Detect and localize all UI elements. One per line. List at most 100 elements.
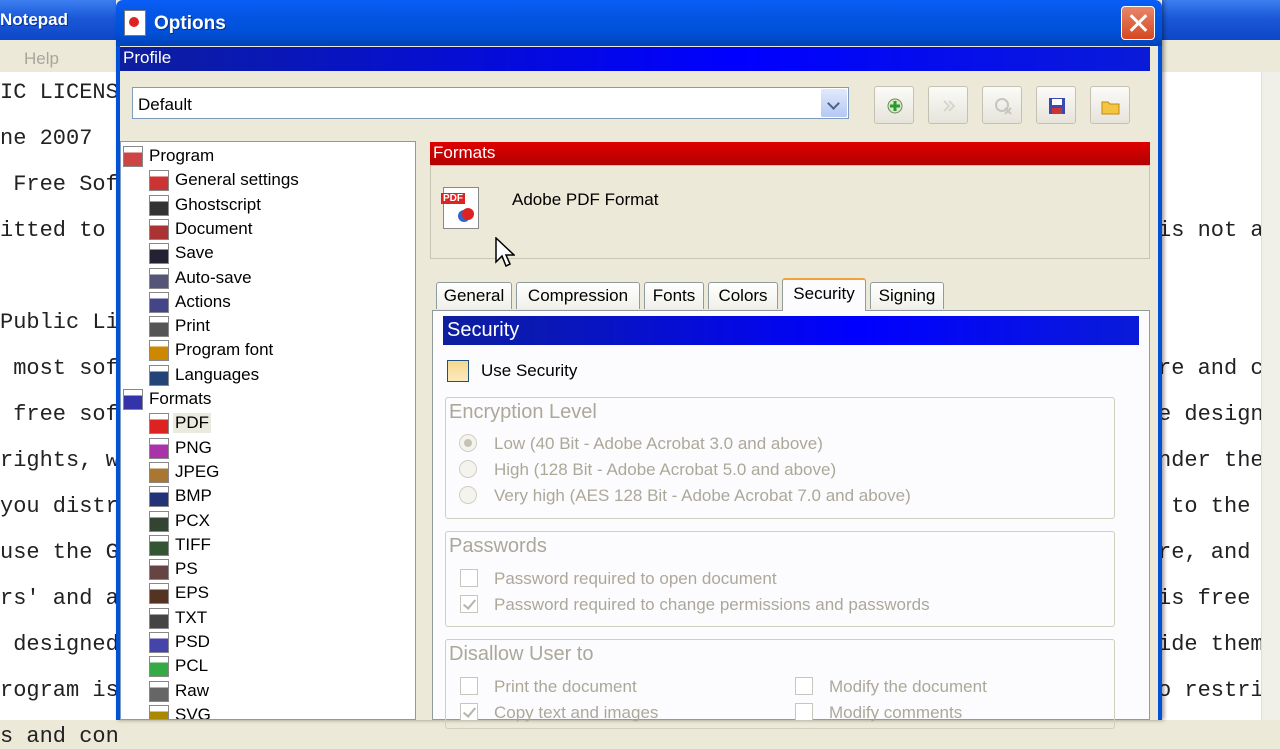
tab-colors[interactable]: Colors: [708, 282, 778, 309]
tree-item-label: JPEG: [175, 461, 220, 481]
tree-item-icon: [149, 218, 169, 240]
options-tree[interactable]: Program General settings Ghostscript Docume…: [120, 141, 416, 720]
notepad-line: ne 2007: [0, 126, 93, 151]
disallow-comments-checkbox[interactable]: [795, 703, 813, 721]
password-open-checkbox[interactable]: [460, 569, 478, 587]
encryption-high-radio[interactable]: [459, 460, 477, 478]
notepad-line-right: e designe: [1158, 402, 1277, 427]
delete-profile-button[interactable]: [982, 86, 1022, 124]
security-tab-page: Security Use Security Encryption Level L…: [432, 310, 1150, 729]
format-title: Adobe PDF Format: [512, 190, 659, 209]
tree-item-icon: [149, 704, 169, 719]
profile-select[interactable]: Default: [132, 87, 849, 119]
tree-item-icon: [149, 680, 169, 702]
notepad-line-right: ide them,: [1158, 632, 1277, 657]
add-profile-button[interactable]: [874, 86, 914, 124]
tree-item-icon: [149, 607, 169, 629]
notepad-line: you distr: [0, 494, 119, 519]
tree-item-label: PCL: [175, 656, 209, 676]
disallow-print-checkbox[interactable]: [460, 677, 478, 695]
tree-item-label: PS: [175, 559, 198, 579]
passwords-title: Passwords: [449, 535, 547, 557]
tree-item-label: SVG: [175, 704, 211, 720]
notepad-line: itted to: [0, 218, 106, 243]
tree-item-label: TXT: [175, 607, 208, 627]
tab-compression[interactable]: Compression: [516, 282, 640, 309]
encryption-low-radio[interactable]: [459, 434, 477, 452]
tab-signing[interactable]: Signing: [870, 282, 944, 309]
notepad-scrollbar[interactable]: [1261, 72, 1280, 720]
rename-profile-button[interactable]: [928, 86, 968, 124]
tree-item-icon: [149, 413, 169, 435]
disallow-copy-label: Copy text and images: [494, 703, 659, 722]
tree-item-label: PNG: [175, 437, 212, 457]
dialog-title-bar[interactable]: Options: [116, 0, 1162, 46]
tree-item-label: Actions: [175, 291, 231, 311]
notepad-line: IC LICENS: [0, 80, 119, 105]
notepad-line-right: nder the: [1158, 448, 1264, 473]
tree-item-icon: [149, 340, 169, 362]
open-profile-button[interactable]: [1090, 86, 1130, 124]
password-change-checkbox[interactable]: [460, 595, 478, 613]
formats-header: Formats: [430, 142, 1150, 165]
notepad-line: rights, w: [0, 448, 119, 473]
use-security-checkbox[interactable]: [447, 360, 469, 382]
notepad-line-right: is free s: [1158, 586, 1277, 611]
tree-item-label: Languages: [175, 364, 260, 384]
rename-profile-icon: [943, 100, 956, 112]
encryption-high-label: High (128 Bit - Adobe Acrobat 5.0 and ab…: [494, 460, 837, 479]
disallow-title: Disallow User to: [449, 643, 594, 665]
disallow-comments-label: Modify comments: [829, 703, 963, 722]
tree-item-icon: [149, 486, 169, 508]
save-profile-icon: [1049, 98, 1065, 114]
delete-profile-icon: [995, 98, 1012, 115]
chevron-down-icon[interactable]: [821, 89, 847, 117]
notepad-line: Free Sof: [0, 172, 119, 197]
tree-item-label: Formats: [149, 389, 212, 408]
tree-item-icon: [149, 291, 169, 313]
tab-security[interactable]: Security: [782, 278, 866, 311]
tree-item-icon: [149, 632, 169, 653]
pdf-file-icon: [441, 187, 479, 229]
notepad-line-right: re and ch: [1158, 356, 1277, 381]
tree-item-icon: [149, 316, 169, 338]
tree-item-label: PCX: [175, 510, 210, 530]
tab-general[interactable]: General: [436, 282, 512, 309]
notepad-line: most sof: [0, 356, 119, 381]
notepad-menu-help[interactable]: Help: [24, 49, 59, 69]
tree-item-icon: [149, 656, 169, 678]
tree-item-icon: [149, 364, 169, 386]
notepad-line: Public Li: [0, 310, 119, 335]
tree-item-icon: [123, 146, 143, 167]
tree-item-label: Print: [175, 316, 210, 336]
tree-item-icon: [149, 461, 169, 483]
tree-item-label: PDF: [173, 413, 211, 434]
disallow-modify-checkbox[interactable]: [795, 677, 813, 695]
open-profile-icon: [1101, 101, 1120, 115]
encryption-veryhigh-radio[interactable]: [459, 486, 477, 504]
tree-item-label: Ghostscript: [175, 194, 261, 214]
format-info-panel: Adobe PDF Format: [430, 165, 1150, 259]
notepad-line: free sof: [0, 402, 119, 427]
notepad-line-right: o restric: [1158, 678, 1277, 703]
notepad-line: use the G: [0, 540, 119, 565]
notepad-line-right: re, and (: [1158, 540, 1277, 565]
notepad-title: Notepad: [0, 10, 68, 29]
options-dialog: Options Profile Default Program General s…: [116, 0, 1162, 729]
app-icon: [124, 10, 146, 36]
tree-item-icon: [123, 389, 143, 410]
tab-fonts[interactable]: Fonts: [644, 282, 704, 309]
security-header: Security: [443, 316, 1139, 345]
tree-item-icon: [149, 194, 169, 216]
disallow-copy-checkbox[interactable]: [460, 703, 478, 721]
dialog-title: Options: [154, 13, 226, 34]
tree-item-label: Auto-save: [175, 267, 252, 287]
tree-item-label: Save: [175, 243, 214, 263]
notepad-line-right: to the r: [1158, 494, 1277, 519]
close-button[interactable]: [1121, 6, 1155, 40]
password-open-label: Password required to open document: [494, 569, 777, 588]
disallow-modify-label: Modify the document: [829, 677, 987, 696]
tree-item-icon: [149, 583, 169, 605]
save-profile-button[interactable]: [1036, 86, 1076, 124]
tree-item-label: Document: [175, 218, 253, 238]
